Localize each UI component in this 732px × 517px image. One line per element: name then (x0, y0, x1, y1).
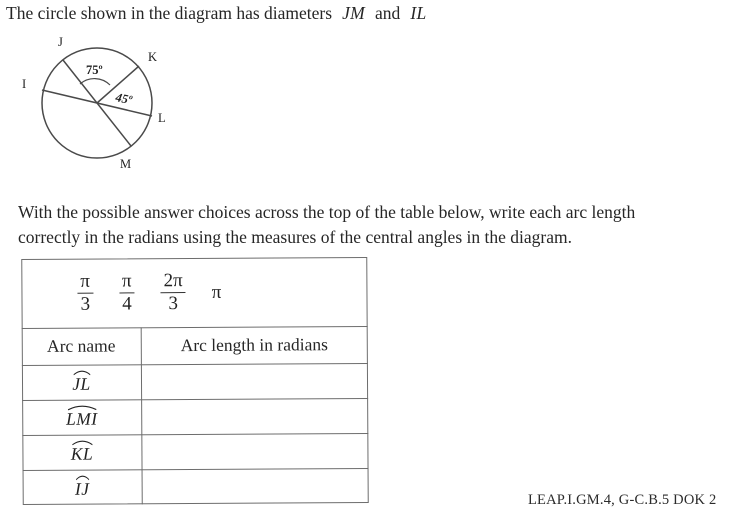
arc-overbar-icon (66, 404, 97, 411)
choice-denominator: 4 (122, 293, 132, 315)
arc-notation-jl: JL (72, 369, 91, 395)
table-row: IJ (23, 468, 369, 505)
instruction-line-1: With the possible answer choices across … (18, 202, 636, 222)
choice-numerator: π (80, 270, 91, 292)
column-header-arc-name: Arc name (46, 335, 116, 356)
prompt-conjunction: and (375, 3, 401, 23)
arc-answer-cell[interactable] (141, 398, 368, 434)
arc-name-cell: JL (22, 364, 141, 400)
instruction-line-2: correctly in the radians using the measu… (18, 227, 572, 247)
point-label-k: K (148, 50, 157, 64)
circle-diagram: J K I L M 75º 45º (8, 26, 198, 186)
table-row: JL (22, 363, 368, 400)
point-label-m: M (120, 157, 131, 171)
arc-name-cell: KL (22, 434, 141, 470)
arc-answer-cell[interactable] (141, 363, 368, 399)
arc-name-cell: IJ (23, 469, 142, 505)
choice-numerator: 2π (163, 270, 183, 292)
point-label-j: J (58, 35, 63, 49)
answer-choice-3[interactable]: 2π 3 (160, 270, 186, 315)
point-label-l: L (158, 111, 166, 125)
question-prompt: The circle shown in the diagram has diam… (6, 2, 726, 24)
arc-overbar-icon (71, 439, 93, 446)
diameter-label-il: IL (410, 3, 427, 23)
column-header-arc-length: Arc length in radians (180, 334, 328, 356)
arc-answer-cell[interactable] (141, 433, 368, 469)
answer-choice-1[interactable]: π 3 (77, 270, 94, 315)
choice-denominator: 3 (168, 293, 179, 315)
answer-choice-2[interactable]: π 4 (119, 270, 135, 315)
arc-label: JL (72, 373, 91, 394)
arc-name-cell: LMI (22, 399, 141, 435)
choice-value: π (211, 281, 222, 303)
choice-numerator: π (121, 270, 132, 292)
answer-choice-4[interactable]: π (212, 281, 222, 303)
arc-overbar-icon (75, 474, 89, 481)
angle-arc-marker (79, 78, 111, 86)
point-label-i: I (22, 77, 26, 91)
instruction-paragraph: With the possible answer choices across … (18, 200, 718, 250)
angle-label-45: 45º (113, 90, 134, 107)
arc-label: IJ (74, 478, 90, 499)
table-row: LMI (22, 398, 368, 435)
arc-notation-kl: KL (71, 440, 93, 465)
answer-choices-row: π 3 π 4 2π 3 π (21, 257, 367, 328)
table-row: KL (22, 433, 368, 470)
standard-code-footer: LEAP.I.GM.4, G-C.B.5 DOK 2 (528, 492, 717, 508)
arc-notation-ij: IJ (75, 475, 90, 500)
prompt-text: The circle shown in the diagram has diam… (6, 3, 333, 23)
choice-denominator: 3 (80, 293, 91, 315)
arc-label: KL (70, 443, 94, 464)
arc-notation-lmi: LMI (66, 405, 97, 430)
arc-label: LMI (65, 408, 98, 429)
arc-overbar-icon (72, 369, 90, 376)
angle-label-75: 75º (86, 63, 103, 77)
arc-answer-cell[interactable] (142, 468, 369, 504)
arc-answer-table: π 3 π 4 2π 3 π Arc name Arc length in ra… (21, 256, 369, 506)
diameter-label-jm: JM (342, 3, 366, 23)
table-header-row: Arc name Arc length in radians (22, 326, 368, 365)
